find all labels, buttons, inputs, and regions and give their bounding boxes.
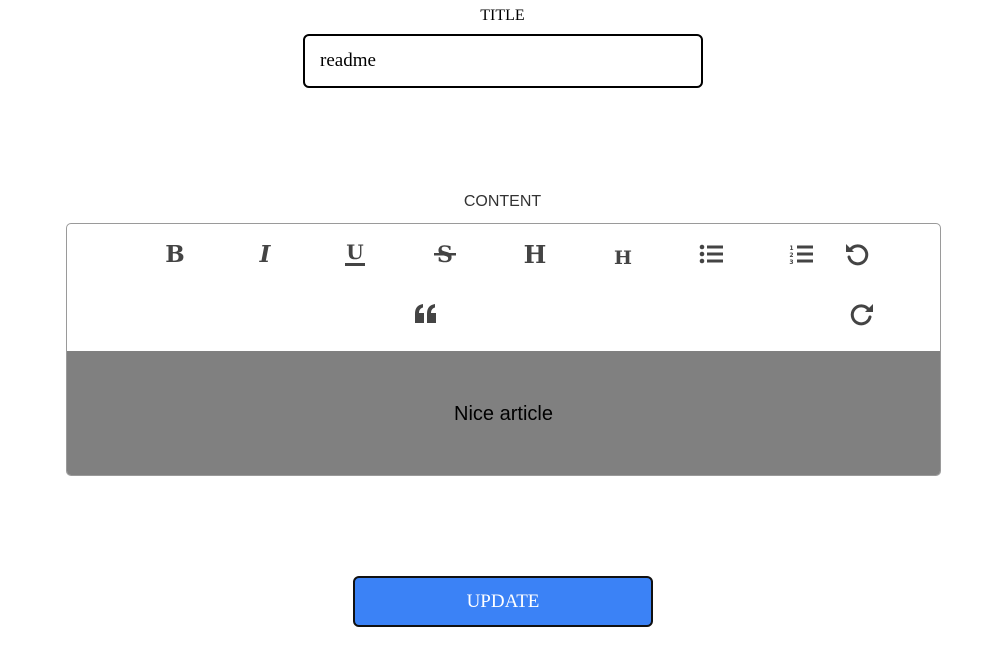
undo-icon [844,241,870,267]
svg-text:3: 3 [789,259,793,265]
numbered-list-button[interactable]: 1 2 3 [783,236,819,272]
bold-icon: B [165,242,185,266]
title-input[interactable] [303,34,703,88]
svg-text:U: U [346,241,363,264]
heading-icon: H [523,242,547,266]
strikethrough-icon: S [434,241,456,267]
content-label: CONTENT [463,193,542,210]
rich-text-editor: B I U S H H 1 2 3 Nice article [66,223,941,476]
editor-content-area[interactable]: Nice article [67,351,940,475]
bullet-list-button[interactable] [626,236,662,272]
update-button[interactable]: UPDATE [353,576,653,627]
bullet-list-icon [699,243,723,265]
svg-text:2: 2 [789,252,793,259]
italic-icon: I [255,242,275,266]
underline-button[interactable]: U [337,236,373,272]
undo-button[interactable] [839,236,875,272]
italic-button[interactable]: I [247,236,283,272]
heading-button[interactable]: H [517,236,553,272]
title-label: TITLE [480,7,525,24]
numbered-list-icon: 1 2 3 [789,243,813,265]
svg-text:1: 1 [789,245,793,252]
svg-text:I: I [259,242,272,266]
strikethrough-button[interactable]: S [427,236,463,272]
redo-button[interactable] [844,296,880,332]
editor-toolbar: B I U S H H 1 2 3 [67,224,940,351]
svg-text:B: B [165,242,184,266]
blockquote-icon [414,303,438,325]
redo-icon [849,301,875,327]
underline-icon: U [344,241,366,267]
bold-button[interactable]: B [157,236,193,272]
blockquote-button[interactable] [408,296,444,332]
editor-text: Nice article [454,402,553,425]
svg-text:H: H [524,242,547,266]
bullet-list-button-2[interactable] [693,236,729,272]
